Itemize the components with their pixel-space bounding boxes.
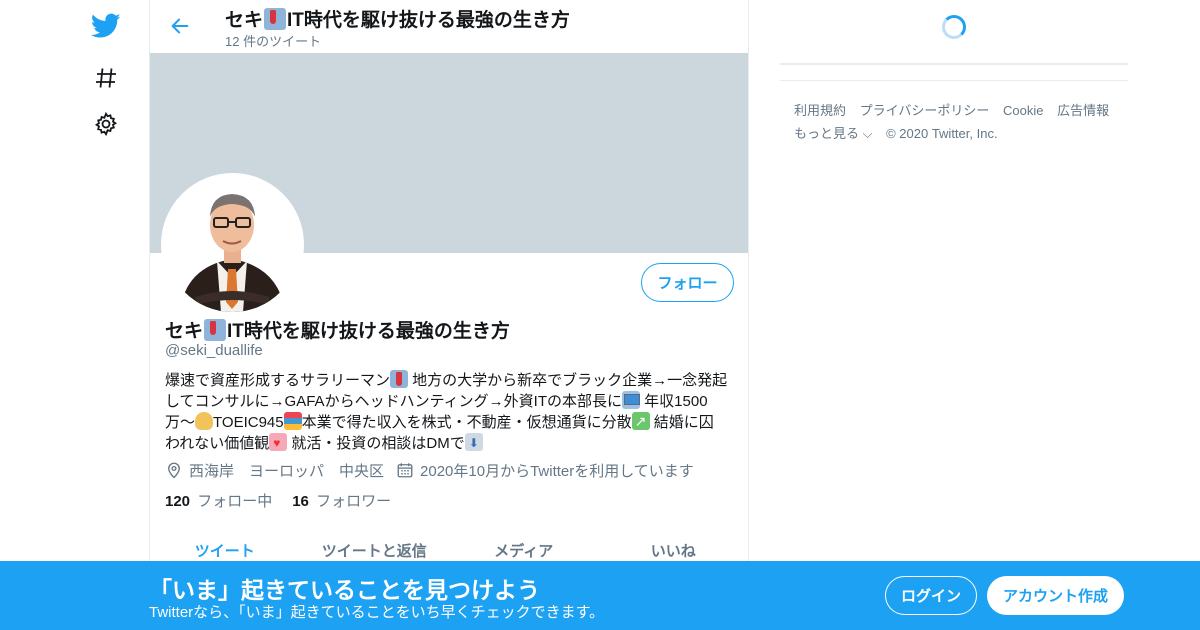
followers-count: 16 (292, 493, 309, 510)
bio-text: 本業で得た収入を株式・不動産・仮想通貨に分散 (301, 414, 632, 431)
books-emoji-icon (283, 412, 302, 430)
left-nav (80, 0, 132, 630)
divider (780, 63, 1128, 65)
arrow-left-icon (171, 18, 189, 34)
bio-line: 爆速で資産形成するサラリーマン 地方の大学から新卒でブラック企業→一念発起 (165, 370, 737, 391)
bio-text: 就活・投資の相談はDMで (287, 435, 465, 452)
bio-text: 爆速で資産形成するサラリーマン (165, 372, 391, 389)
profile-column: セキ IT時代を駆け抜ける最強の生き方 12 件のツイート フォロー セキ IT… (149, 0, 749, 630)
businessman-avatar-icon (165, 177, 300, 312)
profile-name-prefix: セキ (165, 321, 204, 342)
following-count: 120 (165, 493, 191, 510)
profile-name: セキ IT時代を駆け抜ける最強の生き方 (165, 316, 510, 343)
loading-spinner-icon (942, 15, 966, 39)
profile-meta: 西海岸 ヨーロッパ 中央区 2020年10月からTwitterを利用しています (165, 459, 694, 481)
avatar[interactable] (161, 173, 304, 316)
profile-handle: @seki_duallife (165, 342, 263, 359)
bio-line: 万〜 TOEIC945 本業で得た収入を株式・不動産・仮想通貨に分散 結婚に囚 (165, 411, 737, 433)
chart-emoji-icon (631, 411, 650, 431)
ads-info-link[interactable]: 広告情報 (1057, 103, 1109, 118)
right-sidebar: 利用規約 プライバシーポリシー Cookie 広告情報 もっと見る ⌵ © 20… (780, 0, 1128, 560)
bar-title: 「いま」起きていることを見つけよう (149, 577, 540, 603)
header-title-prefix: セキ (225, 10, 264, 31)
login-button[interactable]: ログイン (885, 576, 977, 615)
bio-text: 万〜 (165, 414, 196, 431)
follow-counts: 120 フォロー中 16 フォロワー (165, 490, 411, 511)
profile-joined-date: 2020年10月からTwitterを利用しています (420, 462, 694, 480)
privacy-link[interactable]: プライバシーポリシー (860, 103, 990, 118)
hashtag-icon (96, 68, 116, 88)
bio-line: してコンサルに→GAFAからヘッドハンティング→外資ITの本部長に 年収1500 (165, 391, 737, 412)
bio-text: 年収1500 (640, 393, 708, 410)
follow-button[interactable]: フォロー (641, 263, 734, 302)
gear-icon (94, 112, 118, 136)
footer-links: 利用規約 プライバシーポリシー Cookie 広告情報 もっと見る ⌵ © 20… (794, 99, 1124, 145)
divider (780, 80, 1128, 81)
twitter-profile-page: セキ IT時代を駆け抜ける最強の生き方 12 件のツイート フォロー セキ IT… (0, 0, 1200, 630)
bio-text: TOEIC945 (213, 414, 284, 431)
bio-line: われない価値観 就活・投資の相談はDMで (165, 433, 737, 454)
computer-emoji-icon (622, 391, 640, 409)
header-title: セキ IT時代を駆け抜ける最強の生き方 (225, 5, 570, 32)
profile-location: 西海岸 ヨーロッパ 中央区 (189, 462, 385, 480)
profile-bio: 爆速で資産形成するサラリーマン 地方の大学から新卒でブラック企業→一念発起 して… (165, 370, 737, 454)
inbox-emoji-icon (464, 433, 483, 453)
money-bag-emoji-icon (195, 412, 214, 430)
twitter-bird-icon (91, 13, 121, 38)
necktie-emoji-icon (390, 370, 409, 388)
couple-emoji-icon (269, 433, 288, 453)
signup-button[interactable]: アカウント作成 (987, 576, 1124, 615)
profile-header: セキ IT時代を駆け抜ける最強の生き方 12 件のツイート (150, 0, 748, 53)
bio-text: 結婚に囚 (649, 414, 714, 431)
settings-link[interactable] (84, 102, 128, 146)
terms-link[interactable]: 利用規約 (794, 103, 846, 118)
cookie-link[interactable]: Cookie (1003, 103, 1043, 118)
location-pin-icon (168, 462, 180, 479)
header-title-suffix: IT時代を駆け抜ける最強の生き方 (287, 10, 570, 31)
followers-label: フォロワー (316, 493, 392, 510)
tweet-count: 12 件のツイート (225, 34, 322, 49)
copyright: © 2020 Twitter, Inc. (886, 126, 998, 141)
explore-link[interactable] (84, 56, 128, 100)
followers-link[interactable]: 16 フォロワー (292, 490, 391, 511)
bar-subtitle: Twitterなら、「いま」起きていることをいち早くチェックできます。 (149, 604, 605, 621)
calendar-icon (397, 463, 413, 478)
bio-text: われない価値観 (165, 435, 270, 452)
following-link[interactable]: 120 フォロー中 (165, 490, 272, 511)
signup-prompt-bar: 「いま」起きていることを見つけよう Twitterなら、「いま」起きていることを… (0, 561, 1200, 630)
back-button[interactable] (162, 8, 198, 44)
profile-name-suffix: IT時代を駆け抜ける最強の生き方 (227, 321, 510, 342)
following-label: フォロー中 (197, 493, 273, 510)
more-link[interactable]: もっと見る ⌵ (794, 126, 872, 141)
necktie-emoji-icon (264, 7, 287, 30)
necktie-emoji-icon (204, 318, 227, 341)
bio-text: してコンサルに→GAFAからヘッドハンティング→外資ITの本部長に (165, 393, 622, 410)
twitter-logo-link[interactable] (84, 4, 128, 48)
bio-text: 地方の大学から新卒でブラック企業→一念発起 (408, 372, 728, 389)
